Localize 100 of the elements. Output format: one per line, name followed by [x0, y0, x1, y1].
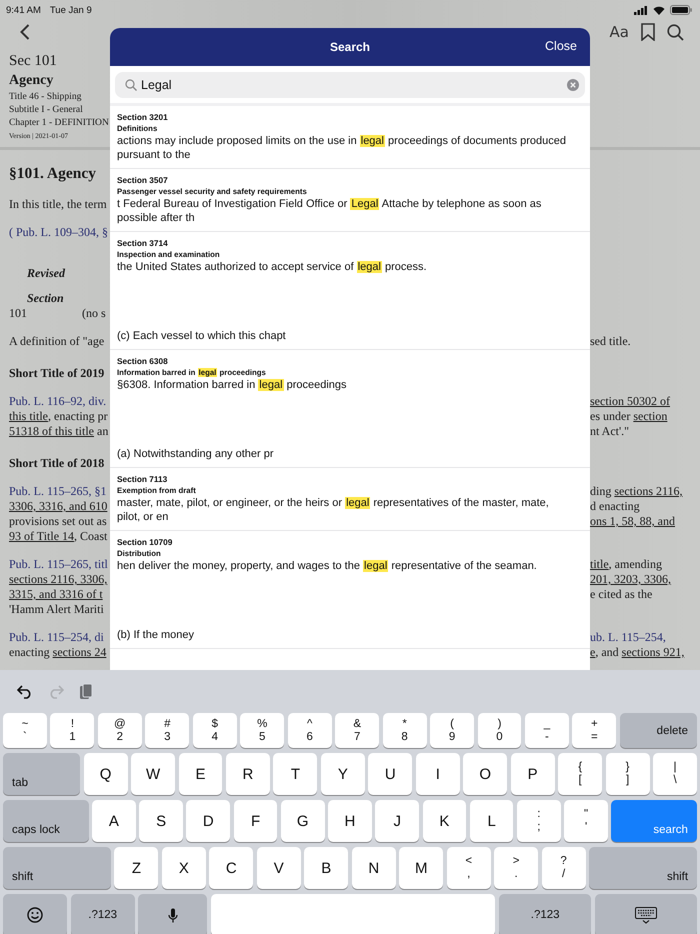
symbol-key[interactable]: : ;: [516, 800, 561, 842]
link[interactable]: this title: [9, 409, 48, 423]
link[interactable]: sections 2116,: [614, 484, 683, 498]
emoji-key[interactable]: [3, 894, 68, 934]
link[interactable]: ( Pub. L. 109–304, §: [9, 225, 108, 239]
letter-key[interactable]: W: [131, 753, 176, 795]
link[interactable]: title: [590, 557, 609, 571]
numbers-key[interactable]: .?123: [70, 894, 135, 934]
delete-key[interactable]: delete: [620, 713, 698, 748]
symbol-key[interactable]: % 5: [240, 713, 284, 748]
letter-key[interactable]: J: [375, 800, 420, 842]
symbol-key[interactable]: { [: [558, 753, 602, 795]
symbol-key[interactable]: $ 4: [192, 713, 237, 748]
letter-key[interactable]: S: [139, 800, 183, 842]
search-icon: [125, 79, 137, 91]
link[interactable]: sections 24: [52, 645, 106, 659]
caps-lock-key[interactable]: caps lock: [3, 800, 89, 842]
result-section: Section 6308: [117, 355, 583, 367]
body-text: ding sections 2116,: [590, 484, 684, 499]
letter-key[interactable]: Q: [84, 753, 128, 795]
symbol-key[interactable]: ! 1: [50, 713, 94, 748]
link[interactable]: 201, 3203, 3306,: [590, 572, 671, 586]
letter-key[interactable]: L: [470, 800, 514, 842]
symbol-key[interactable]: @ 2: [98, 713, 142, 748]
symbol-key[interactable]: * 8: [382, 713, 427, 748]
symbol-key[interactable]: ) 0: [478, 713, 522, 748]
link[interactable]: section: [633, 409, 668, 423]
letter-key[interactable]: A: [92, 800, 136, 842]
link[interactable]: sections 921,: [622, 645, 684, 659]
link[interactable]: 93 of Title 14: [9, 529, 74, 543]
shift-key[interactable]: shift: [3, 847, 111, 889]
link[interactable]: Pub. L. 115–265, titl: [9, 557, 108, 571]
letter-key[interactable]: K: [422, 800, 466, 842]
letter-key[interactable]: G: [280, 800, 325, 842]
letter-key[interactable]: U: [368, 753, 412, 795]
symbol-key[interactable]: & 7: [335, 713, 380, 748]
symbol-key[interactable]: < ,: [446, 847, 491, 889]
clear-icon[interactable]: [567, 79, 579, 91]
symbol-key[interactable]: + =: [572, 713, 616, 748]
close-button[interactable]: Close: [545, 39, 577, 53]
letter-key[interactable]: N: [352, 847, 396, 889]
undo-icon[interactable]: [17, 684, 33, 698]
symbol-key[interactable]: ( 9: [430, 713, 474, 748]
letter-key[interactable]: V: [256, 847, 301, 889]
link[interactable]: e: [590, 645, 596, 659]
link[interactable]: 3306, 3316, and 610: [9, 499, 108, 513]
link[interactable]: Pub. L. 115–265, §1: [9, 484, 107, 498]
numbers-key[interactable]: .?123: [498, 894, 592, 934]
letter-key[interactable]: X: [162, 847, 206, 889]
symbol-key[interactable]: " ': [564, 800, 608, 842]
symbol-key[interactable]: | \: [653, 753, 698, 795]
symbol-key[interactable]: > .: [494, 847, 538, 889]
body-text: sed title.: [590, 334, 632, 349]
symbol-key[interactable]: ^ 6: [288, 713, 332, 748]
result-section: Section 3201: [117, 111, 583, 123]
link[interactable]: section 50302 of: [590, 394, 670, 408]
link[interactable]: sections 2116, 3306,: [9, 572, 108, 586]
symbol-key[interactable]: _ -: [524, 713, 569, 748]
letter-key[interactable]: M: [399, 847, 444, 889]
shift-key[interactable]: shift: [589, 847, 698, 889]
letter-key[interactable]: T: [273, 753, 318, 795]
search-field[interactable]: Legal: [115, 72, 585, 98]
result-snippet: master, mate, pilot, or engineer, or the heirs or legal representatives of the master, mate, pilot, or en: [117, 497, 550, 524]
letter-key[interactable]: H: [328, 800, 372, 842]
letter-key[interactable]: P: [510, 753, 555, 795]
letter-key[interactable]: F: [234, 800, 278, 842]
search-icon[interactable]: [667, 24, 684, 40]
result-snippet: hen deliver the money, property, and wages to the legal representative of the seaman.: [117, 560, 538, 574]
letter-key[interactable]: C: [209, 847, 254, 889]
dismiss-keyboard-key[interactable]: [594, 894, 698, 934]
signal-icon: [634, 6, 648, 14]
link[interactable]: 51318 of this title: [9, 424, 94, 438]
body-text: e cited as the: [590, 587, 654, 602]
link[interactable]: ub. L. 115–254,: [590, 630, 666, 644]
body-text: provisions set out as: [8, 514, 108, 529]
link[interactable]: ons 1, 58, 88, and: [590, 514, 675, 528]
letter-key[interactable]: R: [226, 753, 270, 795]
letter-key[interactable]: O: [463, 753, 508, 795]
link[interactable]: Pub. L. 116–92, div.: [9, 394, 106, 408]
letter-key[interactable]: Y: [320, 753, 365, 795]
symbol-key[interactable]: # 3: [145, 713, 190, 748]
body-text: A definition of "age: [8, 334, 106, 349]
letter-key[interactable]: E: [178, 753, 222, 795]
link[interactable]: Pub. L. 115–254, di: [9, 630, 104, 644]
clipboard-icon[interactable]: [79, 683, 93, 700]
result-snippet: actions may include proposed limits on the use in legal proceedings of documents produced pursuant to the: [117, 135, 567, 162]
tab-key[interactable]: tab: [3, 753, 80, 795]
letter-key[interactable]: D: [186, 800, 230, 842]
back-icon[interactable]: [20, 24, 30, 40]
bookmark-icon[interactable]: [641, 23, 655, 41]
letter-key[interactable]: I: [416, 753, 460, 795]
letter-key[interactable]: B: [304, 847, 348, 889]
symbol-key[interactable]: } ]: [606, 753, 650, 795]
symbol-key[interactable]: ~ `: [3, 713, 47, 748]
link[interactable]: 3315, and 3316 of t: [9, 587, 103, 601]
letter-key[interactable]: Z: [114, 847, 158, 889]
text-size-button[interactable]: Aa: [610, 23, 629, 41]
body-text: es under section: [590, 409, 668, 424]
search-key[interactable]: search: [611, 800, 697, 842]
symbol-key[interactable]: ? /: [542, 847, 586, 889]
